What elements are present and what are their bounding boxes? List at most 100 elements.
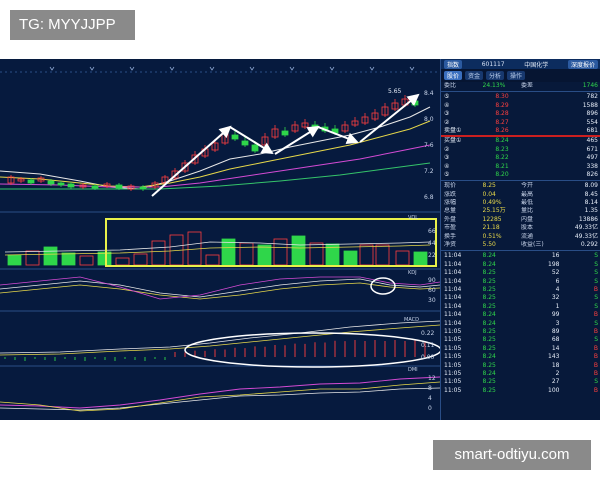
tab-analysis[interactable]: 分析 — [486, 71, 505, 80]
buy-row-vol: 826 — [586, 170, 598, 178]
trade-row-p: 8.24 — [482, 260, 496, 268]
trade-row: 11:05 8.24 2 B — [441, 370, 600, 378]
trade-row-v: 2 — [555, 369, 560, 377]
order-ratio-row: 委比 24.13% 委差 1746 — [441, 82, 600, 90]
volume-bars — [7, 231, 428, 266]
panel-header: 指数 601117 中国化学 深度报价 — [441, 59, 600, 69]
tab-price[interactable]: 股价 — [444, 71, 463, 80]
stock-trading-window: 5.65 8.4 8.0 7.6 7.2 6.8 VOL 66 44 22 KD… — [0, 59, 600, 420]
buy-row-label: ⑤ — [444, 170, 450, 178]
trade-row-v: 6 — [555, 277, 560, 285]
stat-row-k2: 最高 — [521, 190, 534, 198]
tab-funds[interactable]: 资金 — [465, 71, 484, 80]
sell-row: 卖盘① 8.26 681 — [441, 127, 600, 135]
trade-row-p: 8.25 — [482, 361, 496, 369]
trade-row-f: B — [593, 353, 598, 361]
trade-row: 11:05 8.25 27 S — [441, 378, 600, 386]
dmi-axis-label: 4 — [428, 395, 432, 402]
volume-bar — [97, 251, 112, 266]
stat-row-k2: 内盘 — [521, 215, 534, 223]
trade-row-f: S — [594, 302, 598, 310]
index-button[interactable]: 指数 — [444, 59, 463, 69]
diff-label: 委差 — [521, 82, 534, 89]
trade-row-t: 11:05 — [444, 369, 462, 377]
stat-row-k1: 涨幅 — [444, 199, 457, 207]
top-tick — [89, 66, 95, 71]
trade-row-f: B — [593, 327, 598, 335]
buy-row-price: 8.22 — [495, 154, 509, 162]
kdj-axis-label: 30 — [428, 297, 436, 304]
trade-row: 11:04 8.25 1 S — [441, 303, 600, 311]
trade-row-p: 8.24 — [482, 252, 496, 260]
buy-row-label: ④ — [444, 162, 450, 170]
tab-operate[interactable]: 操作 — [507, 71, 526, 80]
trade-row-v: 32 — [551, 294, 560, 302]
volume-bar — [221, 238, 236, 266]
buy-row-vol: 338 — [586, 162, 598, 170]
macd-axis-label: 0.00 — [421, 354, 435, 361]
trade-row-p: 8.25 — [482, 302, 496, 310]
dmi-axis-label: 12 — [428, 375, 436, 382]
trade-row: 11:04 8.24 99 B — [441, 311, 600, 319]
macd-highlight-ellipse — [184, 332, 442, 368]
watermark-bottom-right: smart-odtiyu.com — [433, 440, 591, 470]
trade-row: 11:05 8.25 18 B — [441, 362, 600, 370]
stat-row-k1: 总量 — [444, 207, 457, 215]
candle-body — [47, 180, 55, 185]
buy-row: 买盘① 8.24 465 — [441, 137, 600, 145]
volume-bar — [413, 251, 428, 266]
volume-bar — [343, 250, 358, 266]
trade-row-v: 18 — [551, 361, 560, 369]
macd-axis-label: 0.11 — [421, 342, 435, 349]
trade-row-f: S — [594, 319, 598, 327]
stat-row-k2: 股本 — [521, 224, 534, 232]
buy-row: ④ 8.21 338 — [441, 163, 600, 171]
candle-body — [67, 183, 75, 188]
candle-body — [91, 185, 99, 189]
buy-row-label: 买盘① — [444, 137, 462, 145]
price-axis-label: 8.4 — [424, 90, 434, 97]
volume-bar — [115, 257, 130, 266]
stat-row-v2: 49.33亿 — [574, 232, 598, 240]
trade-row-p: 8.24 — [482, 353, 496, 361]
trade-row-t: 11:05 — [444, 327, 462, 335]
buy-row-vol: 671 — [586, 145, 598, 153]
buy-row-vol: 497 — [586, 154, 598, 162]
trade-row-f: B — [593, 369, 598, 377]
sell-row-label: ⑤ — [444, 93, 450, 101]
volume-ma-line-2 — [4, 244, 431, 256]
buy-row-price: 8.21 — [495, 162, 509, 170]
trade-row-v: 27 — [551, 378, 560, 386]
trade-row-f: S — [594, 378, 598, 386]
stat-row-v2: 8.14 — [584, 199, 598, 207]
diff-value: 1746 — [582, 82, 598, 89]
depth-quote-button[interactable]: 深度报价 — [567, 59, 598, 69]
sell-row-vol: 681 — [586, 126, 598, 134]
trade-row-f: S — [594, 269, 598, 277]
stock-code: 601117 — [481, 60, 505, 68]
volume-bar — [25, 250, 40, 266]
top-tick — [249, 66, 255, 71]
sell-row-price: 8.27 — [495, 118, 509, 126]
stat-row-v1: 5.50 — [482, 241, 496, 249]
kdj-k-line — [0, 278, 441, 298]
price-high-label: 5.65 — [388, 88, 402, 95]
sell-row-price: 8.28 — [495, 110, 509, 118]
trade-row-t: 11:04 — [444, 252, 462, 260]
candle-body — [251, 144, 259, 152]
trade-row-f: S — [594, 260, 598, 268]
stat-row-v1: 0.04 — [482, 190, 496, 198]
chart-area[interactable]: 5.65 8.4 8.0 7.6 7.2 6.8 VOL 66 44 22 KD… — [0, 59, 442, 420]
stat-row-v1: 8.25 — [482, 182, 496, 190]
stat-row-v2: 1.35 — [584, 207, 598, 215]
buy-row: ③ 8.22 497 — [441, 154, 600, 162]
trade-row-t: 11:05 — [444, 386, 462, 394]
trade-row-v: 4 — [555, 285, 560, 293]
stat-row: 涨跌 0.04 最高 8.45 — [441, 191, 600, 199]
volume-bar — [151, 240, 166, 266]
top-tick — [129, 66, 135, 71]
trade-row-t: 11:04 — [444, 319, 462, 327]
kline-chart-svg[interactable]: 5.65 8.4 8.0 7.6 7.2 6.8 VOL 66 44 22 KD… — [0, 59, 442, 420]
macd-dif-line — [0, 320, 441, 354]
sell-row-label: ② — [444, 118, 450, 126]
